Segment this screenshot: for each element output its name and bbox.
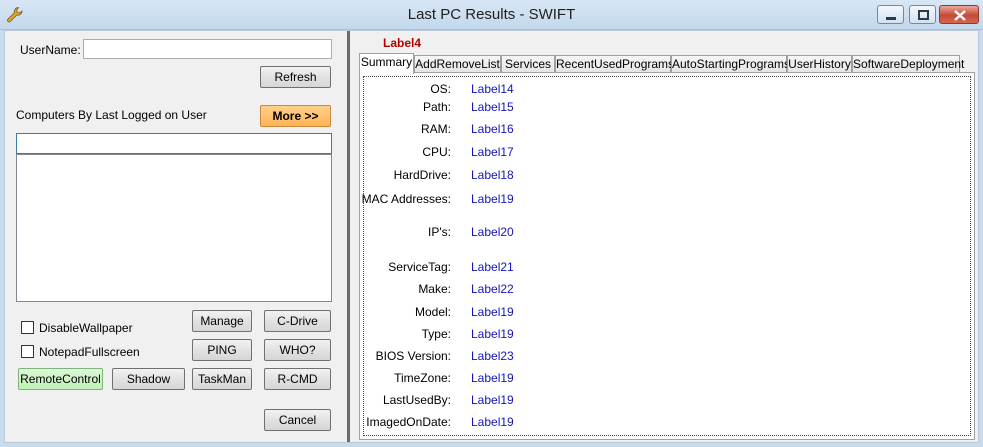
hard-drive-label: HardDrive: [393,168,451,182]
minimize-icon [886,17,896,20]
notepad-fullscreen-label: NotepadFullscreen [39,345,140,359]
tab-label: Services [504,57,551,71]
more-label: More >> [272,109,319,123]
summary-panel: OS: Label14 Path: Label15 RAM: Label16 C… [361,76,971,436]
c-drive-button[interactable]: C-Drive [264,310,331,332]
remote-control-label: RemoteControl [20,372,101,386]
ram-value: Label16 [471,122,514,136]
mac-addresses-value: Label19 [471,192,514,206]
tab-add-remove-list[interactable]: AddRemoveList [414,55,501,73]
make-value: Label22 [471,282,514,296]
time-zone-label: TimeZone: [394,371,451,385]
header-label: Label4 [383,36,422,50]
hard-drive-value: Label18 [471,168,514,182]
computers-list[interactable] [16,154,332,302]
service-tag-value: Label21 [471,260,514,274]
computers-label: Computers By Last Logged on User [16,108,207,122]
refresh-button[interactable]: Refresh [260,66,331,88]
c-drive-label: C-Drive [277,314,318,328]
tab-label: UserHistory [788,57,851,71]
cancel-label: Cancel [278,413,317,427]
model-value: Label19 [471,305,514,319]
summary-tab-page: OS: Label14 Path: Label15 RAM: Label16 C… [359,72,975,440]
maximize-icon [918,10,929,20]
os-label: OS: [430,82,451,96]
type-label: Type: [421,327,451,341]
tab-summary[interactable]: Summary [359,53,414,74]
notepad-fullscreen-checkbox[interactable] [21,345,34,358]
tab-label: SoftwareDeployment [853,57,965,71]
username-label: UserName: [20,43,81,57]
imaged-on-date-value: Label19 [471,415,514,429]
path-label: Path: [422,100,451,114]
splitter[interactable] [347,31,350,442]
tab-label: AddRemoveList [415,57,500,71]
shadow-label: Shadow [126,372,171,386]
manage-label: Manage [200,314,244,328]
close-icon [954,10,966,21]
maximize-button[interactable] [909,5,936,24]
make-label: Make: [418,282,451,296]
tab-user-history[interactable]: UserHistory [787,55,852,73]
username-input[interactable] [83,39,332,59]
computers-filter-input[interactable] [16,133,332,154]
tab-label: RecentUsedPrograms [556,57,675,71]
manage-button[interactable]: Manage [192,310,252,332]
bios-version-value: Label23 [471,349,514,363]
disable-wallpaper-label: DisableWallpaper [39,321,133,335]
r-cmd-button[interactable]: R-CMD [264,368,331,390]
left-panel: UserName: Refresh Computers By Last Logg… [5,31,346,442]
title-bar: Last PC Results - SWIFT [0,0,983,30]
model-label: Model: [414,305,451,319]
more-button[interactable]: More >> [260,105,331,127]
ping-label: PING [207,343,237,357]
r-cmd-label: R-CMD [277,372,318,386]
ram-label: RAM: [421,122,451,136]
path-value: Label15 [471,100,514,114]
tab-label: AutoStartingPrograms [672,57,791,71]
tab-recent-used-programs[interactable]: RecentUsedPrograms [555,55,675,73]
close-button[interactable] [939,5,979,24]
right-panel: Label4 Summary AddRemoveList Services Re… [351,31,978,442]
ips-label: IP's: [428,225,451,239]
refresh-label: Refresh [274,70,317,84]
tab-services[interactable]: Services [501,55,555,73]
client-area: UserName: Refresh Computers By Last Logg… [4,30,979,443]
tab-auto-starting-programs[interactable]: AutoStartingPrograms [671,55,791,73]
time-zone-value: Label19 [471,371,514,385]
bios-version-label: BIOS Version: [375,349,451,363]
imaged-on-date-label: ImagedOnDate: [366,415,451,429]
ips-value: Label20 [471,225,514,239]
service-tag-label: ServiceTag: [388,260,451,274]
minimize-button[interactable] [877,5,904,24]
last-used-by-value: Label19 [471,393,514,407]
mac-addresses-label: MAC Addresses: [361,192,451,206]
window-title: Last PC Results - SWIFT [407,6,576,23]
cpu-value: Label17 [471,145,514,159]
remote-control-button[interactable]: RemoteControl [18,368,103,390]
last-used-by-label: LastUsedBy: [382,393,451,407]
shadow-button[interactable]: Shadow [112,368,185,390]
tab-software-deployment[interactable]: SoftwareDeployment [852,55,964,73]
who-button[interactable]: WHO? [264,339,331,361]
ping-button[interactable]: PING [192,339,252,361]
cancel-button[interactable]: Cancel [264,409,331,431]
cpu-label: CPU: [422,145,451,159]
disable-wallpaper-checkbox[interactable] [21,321,34,334]
taskman-button[interactable]: TaskMan [192,368,252,390]
type-value: Label19 [471,327,514,341]
os-value: Label14 [471,82,514,96]
who-label: WHO? [279,343,316,357]
tab-label: Summary [360,55,413,69]
taskman-label: TaskMan [197,372,247,386]
